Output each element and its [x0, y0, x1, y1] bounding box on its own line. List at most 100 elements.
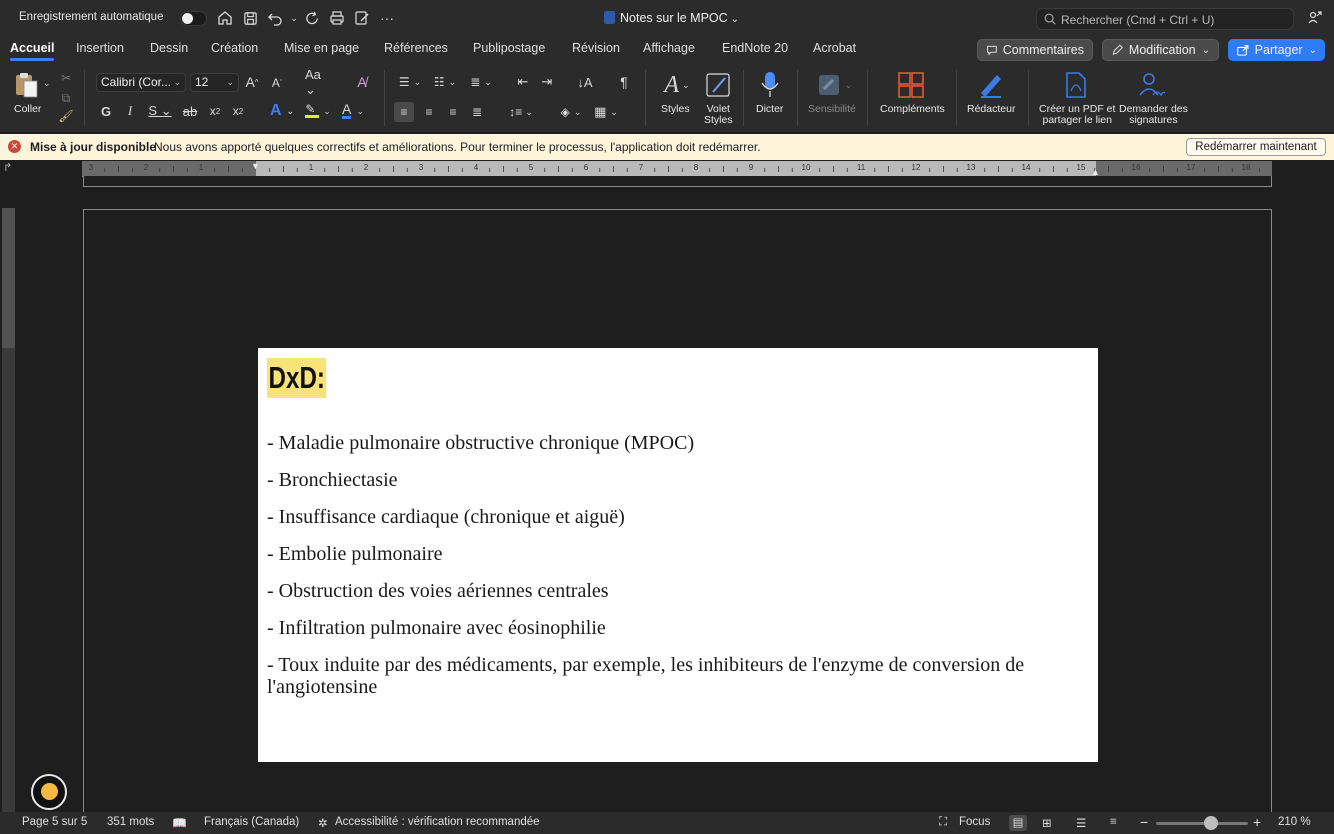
- outline-view-icon[interactable]: ☰: [1076, 816, 1086, 830]
- undo-dropdown-icon[interactable]: ⌄: [284, 8, 304, 28]
- tab-dessin[interactable]: Dessin: [150, 41, 188, 55]
- tab-accueil[interactable]: Accueil: [10, 41, 55, 61]
- focus-label[interactable]: Focus: [959, 816, 990, 828]
- more-icon[interactable]: ···: [377, 8, 397, 28]
- font-size-select[interactable]: 12 ⌄: [190, 73, 239, 92]
- ruler-margin-area: [2, 208, 15, 348]
- tab-affichage[interactable]: Affichage: [643, 41, 695, 55]
- align-center-icon[interactable]: ≡: [419, 102, 439, 122]
- show-marks-icon[interactable]: ¶: [615, 73, 633, 91]
- tab-stop-selector-icon[interactable]: ↱: [3, 161, 12, 174]
- focus-icon[interactable]: ⛶: [939, 816, 947, 829]
- tab-publipostage[interactable]: Publipostage: [473, 41, 545, 55]
- bullets-icon[interactable]: ☰ ⌄: [394, 73, 426, 91]
- proofing-icon[interactable]: 📖: [172, 816, 187, 830]
- decrease-indent-icon[interactable]: ⇤: [514, 73, 532, 91]
- justify-icon[interactable]: ≣: [467, 102, 487, 122]
- tab-creation[interactable]: Création: [211, 41, 258, 55]
- copilot-avatar[interactable]: [31, 774, 67, 810]
- document-title[interactable]: Notes sur le MPOC ⌄: [604, 11, 739, 25]
- accessibility-status[interactable]: Accessibilité : vérification recommandée: [335, 816, 540, 828]
- addins-icon[interactable]: [896, 70, 926, 100]
- grow-font-icon[interactable]: A ^: [244, 73, 260, 91]
- share-people-icon[interactable]: [1305, 8, 1325, 28]
- save-icon[interactable]: [240, 8, 260, 28]
- horizontal-ruler[interactable]: 3 2 1 1 2 3 4 5 6 7 8 9 10 11 12 13 14 15 16 17 18 ▼ ▲: [82, 161, 1272, 177]
- microphone-icon[interactable]: [757, 70, 783, 100]
- notification-title: Mise à jour disponible: [30, 140, 157, 154]
- word-count[interactable]: 351 mots: [107, 816, 154, 828]
- edit-document-icon[interactable]: [352, 8, 372, 28]
- zoom-level[interactable]: 210 %: [1278, 816, 1311, 828]
- tab-insertion[interactable]: Insertion: [76, 41, 124, 55]
- text-effects-icon[interactable]: A ⌄: [266, 101, 298, 121]
- highlight-color-icon[interactable]: ✎ ⌄: [302, 101, 334, 121]
- vertical-ruler[interactable]: [2, 208, 15, 812]
- search-box[interactable]: [1036, 8, 1294, 30]
- font-color-icon[interactable]: A ⌄: [337, 101, 369, 121]
- undo-icon[interactable]: [265, 8, 285, 28]
- tab-references[interactable]: Références: [384, 41, 448, 55]
- tab-mise-en-page[interactable]: Mise en page: [284, 41, 359, 55]
- paste-dropdown-icon[interactable]: ⌄: [43, 78, 51, 89]
- subscript-icon[interactable]: x2: [207, 102, 223, 120]
- comments-button[interactable]: Commentaires: [977, 39, 1093, 61]
- cut-icon[interactable]: ✂: [58, 70, 74, 86]
- clear-formatting-icon[interactable]: A̸: [353, 73, 371, 91]
- create-pdf-icon[interactable]: [1062, 70, 1090, 100]
- shrink-font-icon[interactable]: Aˇ: [269, 74, 285, 92]
- page-count[interactable]: Page 5 sur 5: [22, 816, 87, 828]
- strikethrough-icon[interactable]: ab: [181, 102, 199, 120]
- zoom-in-icon[interactable]: +: [1253, 814, 1261, 830]
- zoom-out-icon[interactable]: −: [1140, 814, 1148, 830]
- indent-marker-icon[interactable]: ▼: [251, 161, 260, 171]
- superscript-icon[interactable]: x2: [230, 102, 246, 120]
- close-icon[interactable]: ✕: [8, 140, 21, 153]
- numbering-icon[interactable]: ☷ ⌄: [429, 73, 461, 91]
- language[interactable]: Français (Canada): [204, 816, 299, 828]
- zoom-slider[interactable]: [1156, 822, 1248, 825]
- restart-now-button[interactable]: Redémarrer maintenant: [1186, 138, 1326, 156]
- sort-icon[interactable]: ↓A: [576, 73, 594, 91]
- divider: [956, 70, 957, 126]
- request-signatures-icon[interactable]: [1136, 70, 1168, 100]
- editor-icon[interactable]: [976, 70, 1006, 100]
- tab-acrobat[interactable]: Acrobat: [813, 41, 856, 55]
- multilevel-list-icon[interactable]: ≣ ⌄: [465, 73, 497, 91]
- borders-icon[interactable]: ▦ ⌄: [590, 102, 622, 122]
- font-name-select[interactable]: Calibri (Cor... ⌄: [96, 73, 186, 92]
- list-item: - Obstruction des voies aériennes centra…: [267, 580, 609, 602]
- shading-icon[interactable]: ◈ ⌄: [555, 102, 587, 122]
- title-bar: Enregistrement automatique ⌄ ··· Notes s…: [0, 0, 1334, 36]
- sensitivity-icon[interactable]: ⌄: [814, 70, 854, 100]
- chevron-down-icon: ⌄: [173, 77, 181, 87]
- print-layout-icon[interactable]: ▤: [1009, 815, 1027, 831]
- zoom-slider-thumb[interactable]: [1204, 816, 1218, 830]
- share-button[interactable]: Partager ⌄: [1228, 39, 1325, 61]
- home-icon[interactable]: [215, 8, 235, 28]
- tab-endnote[interactable]: EndNote 20: [722, 41, 788, 55]
- increase-indent-icon[interactable]: ⇥: [538, 73, 556, 91]
- draft-view-icon[interactable]: ≡: [1110, 816, 1117, 828]
- styles-icon[interactable]: A ⌄: [656, 70, 698, 100]
- paste-icon[interactable]: [12, 70, 42, 100]
- autosave-toggle[interactable]: [180, 11, 207, 26]
- bold-icon[interactable]: G: [98, 102, 114, 120]
- search-input[interactable]: [1061, 12, 1289, 28]
- align-left-icon[interactable]: ≡: [394, 102, 414, 122]
- web-layout-icon[interactable]: ⊞: [1042, 816, 1052, 830]
- print-icon[interactable]: [327, 8, 347, 28]
- redo-icon[interactable]: [302, 8, 322, 28]
- editing-mode-button[interactable]: Modification ⌄: [1102, 39, 1219, 61]
- embedded-slide-image[interactable]: DxD: - Maladie pulmonaire obstructive ch…: [258, 348, 1098, 762]
- align-right-icon[interactable]: ≡: [443, 102, 463, 122]
- line-spacing-icon[interactable]: ↕≡ ⌄: [505, 102, 537, 122]
- tab-revision[interactable]: Révision: [572, 41, 620, 55]
- styles-pane-icon[interactable]: [703, 70, 733, 100]
- italic-icon[interactable]: I: [122, 102, 138, 120]
- underline-icon[interactable]: S ⌄: [146, 102, 174, 120]
- copy-icon[interactable]: ⧉: [58, 90, 74, 106]
- change-case-icon[interactable]: Aa ⌄: [305, 67, 335, 97]
- ruler-number: 6: [584, 163, 589, 172]
- format-painter-icon[interactable]: 🖌: [58, 108, 74, 124]
